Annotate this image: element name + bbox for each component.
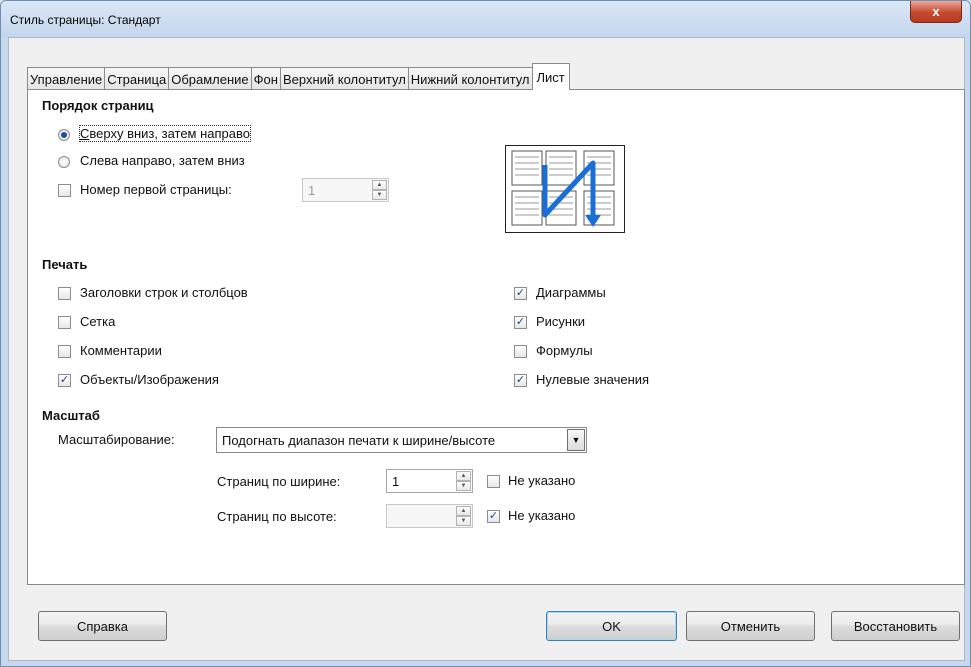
radio-top-down-text: верху вниз, затем направо bbox=[89, 126, 250, 141]
width-unspecified-checkbox[interactable] bbox=[487, 475, 500, 488]
comments-checkbox[interactable] bbox=[58, 345, 71, 358]
first-page-label[interactable]: Номер первой страницы: bbox=[80, 182, 232, 197]
grid-checkbox[interactable] bbox=[58, 316, 71, 329]
pages-width-value: 1 bbox=[392, 474, 400, 489]
close-button[interactable]: x bbox=[910, 1, 962, 23]
zero-values-checkbox[interactable]: ✓ bbox=[514, 374, 527, 387]
charts-checkbox[interactable]: ✓ bbox=[514, 287, 527, 300]
page-style-dialog: Стиль страницы: Стандарт x Управление Ст… bbox=[0, 0, 971, 667]
drawings-checkbox[interactable]: ✓ bbox=[514, 316, 527, 329]
width-unspecified-label[interactable]: Не указано bbox=[508, 473, 575, 488]
tab-management[interactable]: Управление bbox=[27, 67, 106, 90]
height-unspecified-checkbox[interactable]: ✓ bbox=[487, 510, 500, 523]
spin-up-icon[interactable]: ▲ bbox=[456, 471, 471, 481]
first-page-number-value: 1 bbox=[308, 183, 316, 198]
pages-height-label: Страниц по высоте: bbox=[217, 509, 337, 524]
dialog-body: Управление Страница Обрамление Фон Верхн… bbox=[8, 37, 965, 661]
scale-mode-select[interactable]: Подогнать диапазон печати к ширине/высот… bbox=[216, 427, 587, 453]
spin-down-icon[interactable]: ▼ bbox=[456, 481, 471, 491]
headers-checkbox[interactable] bbox=[58, 287, 71, 300]
charts-label[interactable]: Диаграммы bbox=[536, 285, 606, 300]
spin-down-icon[interactable]: ▼ bbox=[456, 516, 471, 526]
pages-height-spin[interactable]: ▲ ▼ bbox=[386, 504, 473, 528]
radio-selected-dot bbox=[61, 132, 67, 138]
formulas-checkbox[interactable] bbox=[514, 345, 527, 358]
zero-values-label[interactable]: Нулевые значения bbox=[536, 372, 649, 387]
comments-label[interactable]: Комментарии bbox=[80, 343, 162, 358]
objects-checkbox[interactable]: ✓ bbox=[58, 374, 71, 387]
radio-top-down-label[interactable]: Сверху вниз, затем направо bbox=[79, 125, 251, 142]
drawings-label[interactable]: Рисунки bbox=[536, 314, 585, 329]
spin-down-icon[interactable]: ▼ bbox=[372, 190, 387, 200]
spin-up-icon[interactable]: ▲ bbox=[456, 506, 471, 516]
print-section-title: Печать bbox=[42, 257, 88, 272]
radio-top-down[interactable] bbox=[58, 129, 70, 141]
first-page-checkbox[interactable] bbox=[58, 184, 71, 197]
page-order-zigzag-icon bbox=[505, 145, 625, 233]
radio-left-right[interactable] bbox=[58, 156, 70, 168]
pages-width-spin[interactable]: 1 ▲ ▼ bbox=[386, 469, 473, 493]
tab-sheet[interactable]: Лист bbox=[531, 63, 570, 90]
tab-page[interactable]: Страница bbox=[104, 67, 170, 90]
scale-mode-label: Масштабирование: bbox=[58, 432, 175, 447]
radio-left-right-label[interactable]: Слева направо, затем вниз bbox=[80, 153, 245, 168]
title-bar: Стиль страницы: Стандарт x bbox=[1, 1, 970, 37]
tab-bar: Управление Страница Обрамление Фон Верхн… bbox=[27, 63, 570, 90]
reset-button[interactable]: Восстановить bbox=[831, 611, 960, 641]
window-title: Стиль страницы: Стандарт bbox=[10, 13, 161, 27]
tab-background[interactable]: Фон bbox=[250, 67, 281, 90]
scale-section-title: Масштаб bbox=[42, 408, 100, 423]
tab-borders[interactable]: Обрамление bbox=[168, 67, 252, 90]
height-unspecified-label[interactable]: Не указано bbox=[508, 508, 575, 523]
ok-button[interactable]: OK bbox=[546, 611, 677, 641]
close-icon: x bbox=[932, 4, 940, 19]
chevron-down-icon[interactable]: ▼ bbox=[567, 429, 585, 451]
sheet-tab-panel: Порядок страниц Сверху вниз, затем напра… bbox=[27, 89, 965, 585]
pages-width-label: Страниц по ширине: bbox=[217, 474, 341, 489]
spin-up-icon[interactable]: ▲ bbox=[372, 180, 387, 190]
tab-header[interactable]: Верхний колонтитул bbox=[279, 67, 409, 90]
cancel-button[interactable]: Отменить bbox=[686, 611, 815, 641]
page-order-title: Порядок страниц bbox=[42, 98, 154, 113]
objects-label[interactable]: Объекты/Изображения bbox=[80, 372, 219, 387]
grid-label[interactable]: Сетка bbox=[80, 314, 115, 329]
help-button[interactable]: Справка bbox=[38, 611, 167, 641]
tab-footer[interactable]: Нижний колонтитул bbox=[407, 67, 533, 90]
first-page-number-spin[interactable]: 1 ▲ ▼ bbox=[302, 178, 389, 202]
headers-label[interactable]: Заголовки строк и столбцов bbox=[80, 285, 248, 300]
scale-mode-value: Подогнать диапазон печати к ширине/высот… bbox=[222, 433, 496, 448]
formulas-label[interactable]: Формулы bbox=[536, 343, 593, 358]
